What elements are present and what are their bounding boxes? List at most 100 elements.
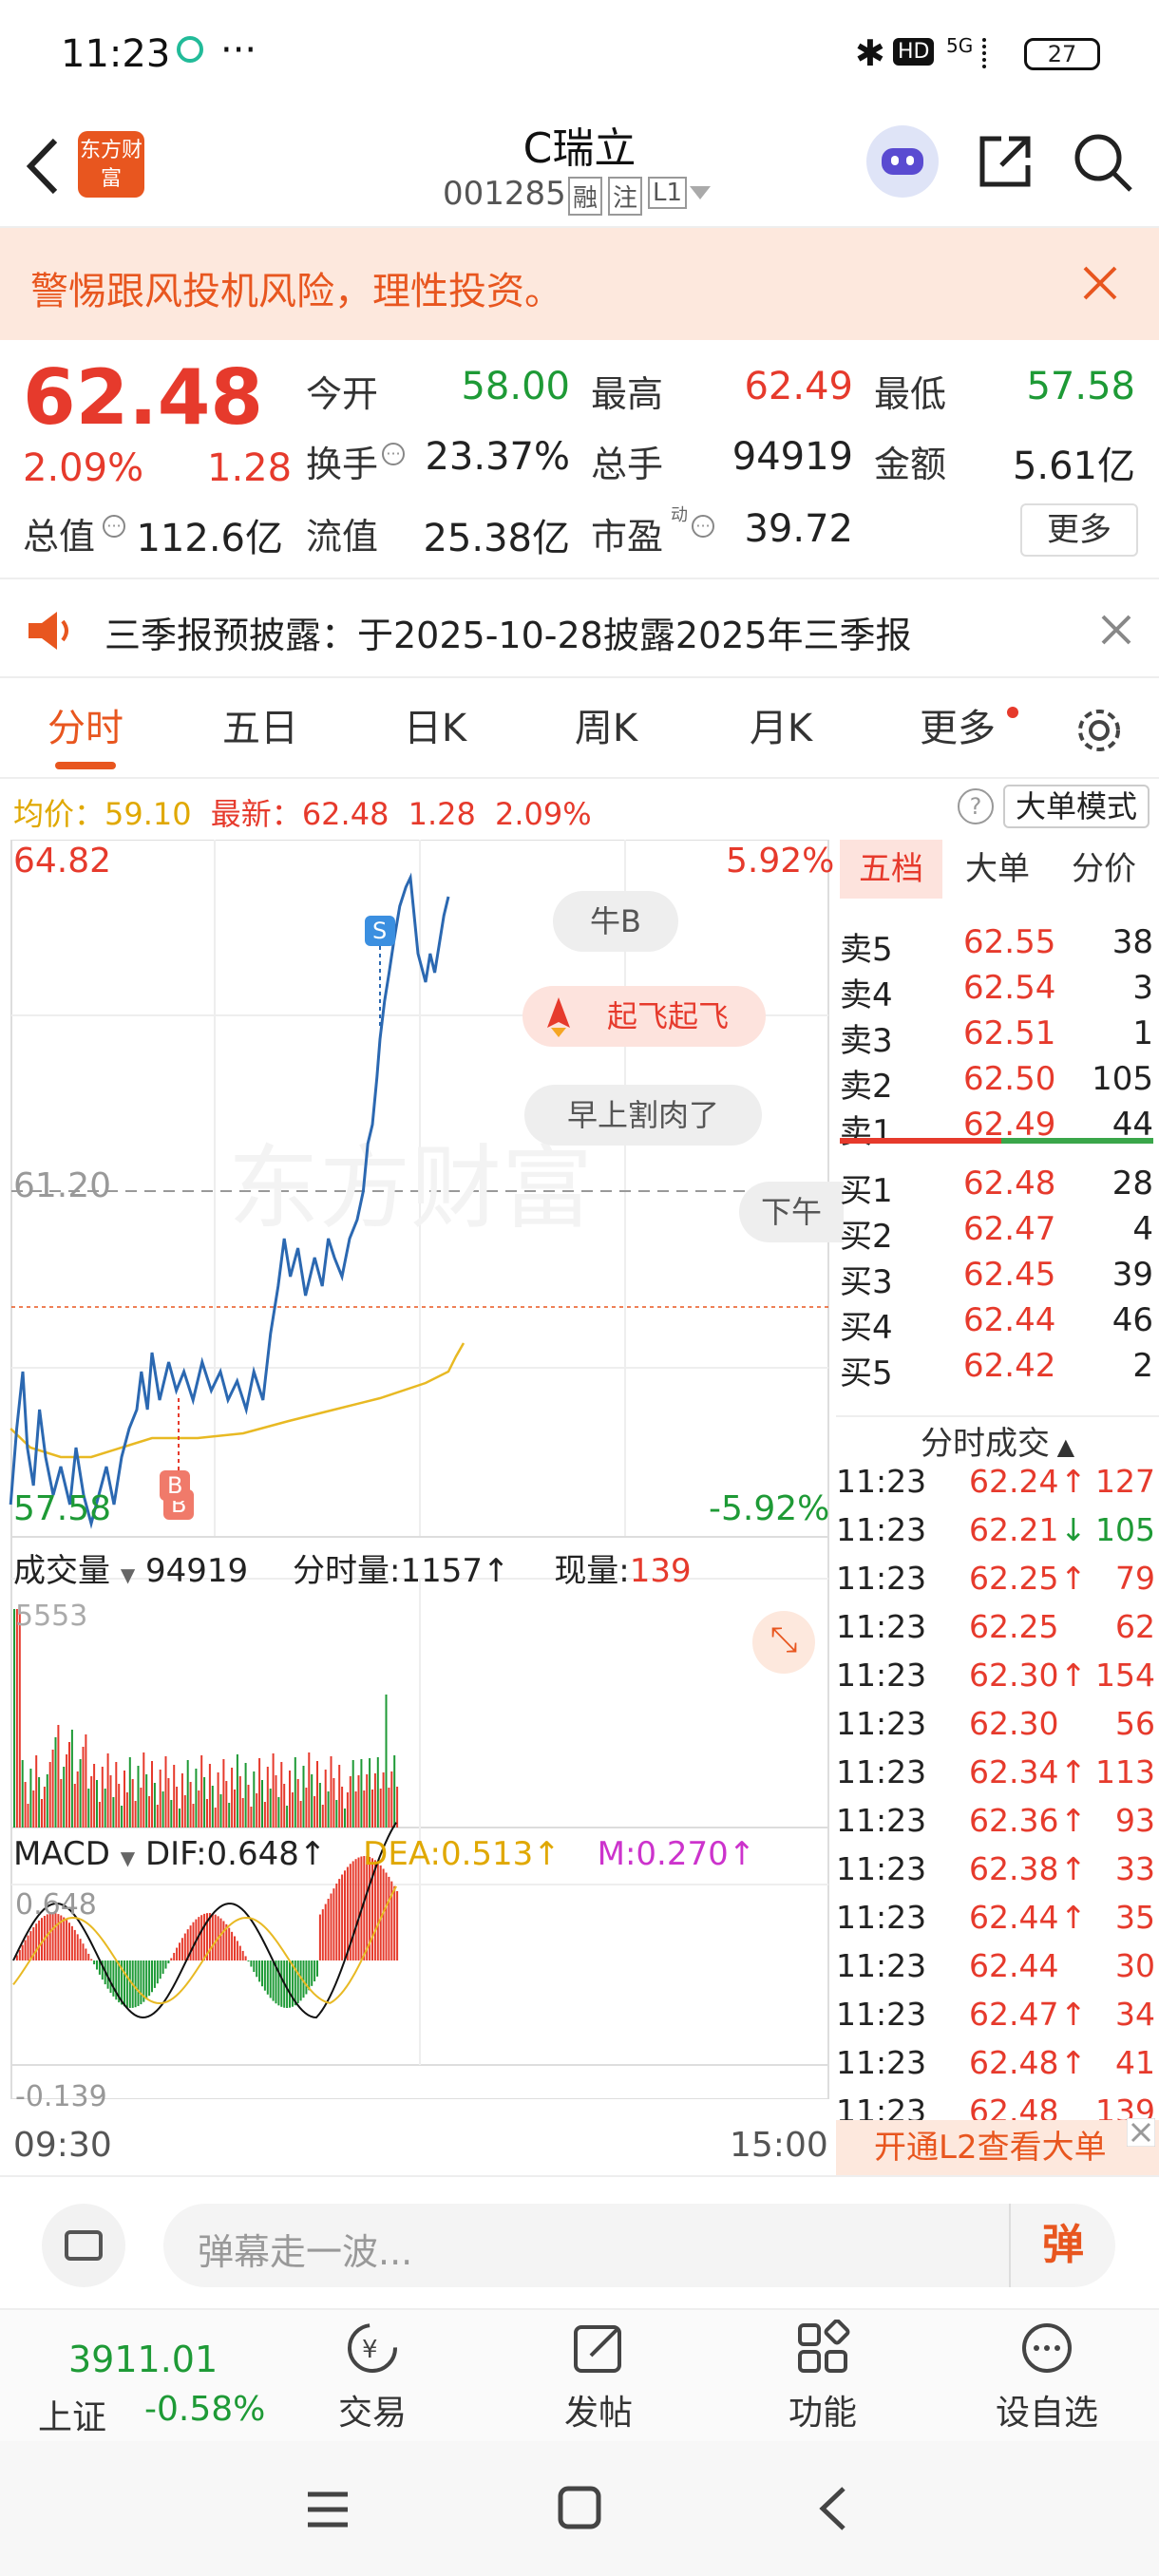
tab-big-orders[interactable]: 大单 bbox=[950, 840, 1045, 899]
ask-volume: 1 bbox=[1132, 1014, 1153, 1052]
tab-monthly-k[interactable]: 月K bbox=[724, 678, 838, 779]
ask-row[interactable]: 卖5 62.55 38 bbox=[836, 923, 1159, 969]
notice-text: 三季报预披露：于2025-10-28披露2025年三季报 bbox=[104, 615, 912, 656]
red-dot-badge bbox=[1007, 707, 1018, 718]
dea-value: DEA:0.513 bbox=[363, 1835, 534, 1873]
trade-volume: 34 bbox=[1115, 1996, 1155, 2033]
bid-row[interactable]: 买3 62.45 39 bbox=[836, 1256, 1159, 1301]
danmu-bubble[interactable]: 下午 bbox=[739, 1182, 844, 1242]
info-icon[interactable]: ··· bbox=[103, 515, 125, 538]
nav-add-watchlist[interactable]: 设自选 bbox=[971, 2320, 1123, 2434]
tab-daily-k[interactable]: 日K bbox=[378, 678, 492, 779]
trade-arrow: ↓ bbox=[1060, 1511, 1087, 1548]
big-order-mode-button[interactable]: 大单模式 bbox=[1003, 785, 1150, 828]
ask-volume: 3 bbox=[1132, 969, 1153, 1007]
search-icon[interactable] bbox=[1072, 131, 1134, 194]
bid-row[interactable]: 买5 62.42 2 bbox=[836, 1347, 1159, 1392]
danmu-input[interactable]: 弹幕走一波... 弹 bbox=[163, 2204, 1115, 2287]
bid-label: 买3 bbox=[840, 1263, 893, 1301]
bid-row[interactable]: 买2 62.47 4 bbox=[836, 1210, 1159, 1256]
amount-label: 金额 bbox=[874, 444, 947, 485]
ask-row[interactable]: 卖3 62.51 1 bbox=[836, 1014, 1159, 1060]
gear-icon[interactable] bbox=[1074, 705, 1125, 756]
trade-arrow: ↑ bbox=[1060, 1753, 1087, 1790]
trade-row: 11:23 62.47 ↑ 34 bbox=[836, 1996, 1159, 2044]
close-icon[interactable] bbox=[1127, 2118, 1155, 2147]
danmu-bubble[interactable]: 牛B bbox=[553, 891, 678, 952]
trade-arrow: ↑ bbox=[1060, 1850, 1087, 1887]
trade-arrow: ↑ bbox=[1060, 1802, 1087, 1839]
bid-row[interactable]: 买1 62.48 28 bbox=[836, 1165, 1159, 1210]
info-icon[interactable]: ··· bbox=[382, 443, 405, 465]
nav-post[interactable]: 发帖 bbox=[522, 2320, 674, 2434]
tab-five-day[interactable]: 五日 bbox=[203, 678, 317, 779]
close-icon[interactable] bbox=[1081, 264, 1119, 302]
danmu-bubble[interactable]: 早上割肉了 bbox=[524, 1085, 762, 1146]
tab-five-levels[interactable]: 五档 bbox=[840, 840, 942, 899]
home-icon[interactable] bbox=[557, 2485, 602, 2530]
share-icon[interactable] bbox=[975, 131, 1036, 192]
danmu-send-button[interactable]: 弹 bbox=[1009, 2204, 1115, 2287]
info-icon[interactable]: ··· bbox=[692, 515, 714, 538]
trade-price: 62.44 bbox=[969, 1947, 1059, 1984]
back-icon[interactable] bbox=[813, 2485, 851, 2532]
tab-price-distribution[interactable]: 分价 bbox=[1053, 840, 1155, 899]
back-arrow-icon[interactable] bbox=[19, 133, 66, 199]
minute-volume: 1157 bbox=[400, 1552, 483, 1590]
chart-info-bar: 均价：59.10 最新：62.48 1.28 2.09% bbox=[13, 790, 592, 834]
ask-row[interactable]: 卖1 62.49 44 bbox=[836, 1106, 1159, 1151]
trade-arrow: ↑ bbox=[1060, 1996, 1087, 2033]
grid-icon bbox=[798, 2319, 850, 2373]
danmu-settings-icon[interactable] bbox=[42, 2204, 125, 2287]
trade-row: 11:23 62.25 62 bbox=[836, 1608, 1159, 1657]
chevron-down-icon[interactable] bbox=[690, 186, 711, 201]
avg-label: 均价： bbox=[13, 796, 105, 832]
trades-header[interactable]: 分时成交 ▲ bbox=[836, 1417, 1159, 1464]
bottom-nav: 3911.01 上证 -0.58% ¥ 交易 发帖 功能 设自选 bbox=[0, 2308, 1159, 2441]
nav-functions[interactable]: 功能 bbox=[747, 2319, 899, 2434]
volume-label[interactable]: 成交量 bbox=[13, 1552, 110, 1590]
mktcap-value: 112.6亿 bbox=[136, 517, 283, 560]
expand-icon[interactable]: ⤡ bbox=[752, 1611, 815, 1674]
risk-warning-banner: 警惕跟风投机风险，理性投资。 bbox=[0, 228, 1159, 340]
more-quote-button[interactable]: 更多 bbox=[1020, 503, 1138, 557]
trade-time: 11:23 bbox=[836, 1705, 927, 1742]
help-icon[interactable]: ? bbox=[958, 788, 994, 824]
up-arrow-icon: ↑ bbox=[533, 1835, 560, 1873]
tab-weekly-k[interactable]: 周K bbox=[549, 678, 663, 779]
open-l2-banner[interactable]: 开通L2查看大单 bbox=[836, 2120, 1159, 2175]
tab-more[interactable]: 更多 bbox=[901, 678, 1015, 779]
notice-bar[interactable]: 三季报预披露：于2025-10-28披露2025年三季报 bbox=[0, 578, 1159, 678]
macd-label[interactable]: MACD bbox=[13, 1835, 110, 1873]
risk-warning-text: 警惕跟风投机风险，理性投资。 bbox=[30, 270, 562, 313]
more-notifications-icon: ··· bbox=[220, 28, 257, 72]
turnover-value: 23.37% bbox=[425, 435, 570, 479]
current-volume-label: 现量: bbox=[554, 1552, 630, 1590]
bid-row[interactable]: 买4 62.44 46 bbox=[836, 1301, 1159, 1347]
close-icon[interactable] bbox=[1100, 614, 1132, 646]
bid-volume: 4 bbox=[1132, 1210, 1153, 1248]
latest-value: 62.48 bbox=[301, 796, 390, 832]
trade-arrow: ↑ bbox=[1060, 1560, 1087, 1597]
app-logo[interactable]: 东方财富 bbox=[78, 131, 144, 198]
trade-volume: 154 bbox=[1095, 1657, 1155, 1694]
ask-row[interactable]: 卖2 62.50 105 bbox=[836, 1060, 1159, 1106]
dif-value: DIF:0.648 bbox=[144, 1835, 299, 1873]
nav-trade[interactable]: ¥ 交易 bbox=[296, 2320, 448, 2434]
robot-assistant-icon[interactable] bbox=[866, 125, 939, 198]
ask-label: 卖4 bbox=[840, 976, 893, 1014]
trade-row: 11:23 62.30 56 bbox=[836, 1705, 1159, 1753]
chevron-down-icon[interactable]: ▼ bbox=[121, 1563, 135, 1586]
badge-margin: 融 bbox=[568, 177, 603, 216]
index-ticker[interactable]: 3911.01 上证 -0.58% bbox=[19, 2310, 285, 2443]
price-axis-max: 64.82 bbox=[13, 842, 112, 881]
ask-row[interactable]: 卖4 62.54 3 bbox=[836, 969, 1159, 1014]
chevron-down-icon[interactable]: ▼ bbox=[121, 1847, 135, 1869]
watermark: 东方财富 bbox=[228, 1135, 593, 1241]
float-value: 25.38亿 bbox=[423, 517, 570, 560]
menu-icon[interactable] bbox=[304, 2489, 352, 2530]
hd-icon: HD bbox=[893, 38, 935, 66]
speaker-icon bbox=[28, 612, 68, 650]
svg-text:¥: ¥ bbox=[362, 2336, 378, 2364]
open-label: 今开 bbox=[306, 373, 379, 415]
